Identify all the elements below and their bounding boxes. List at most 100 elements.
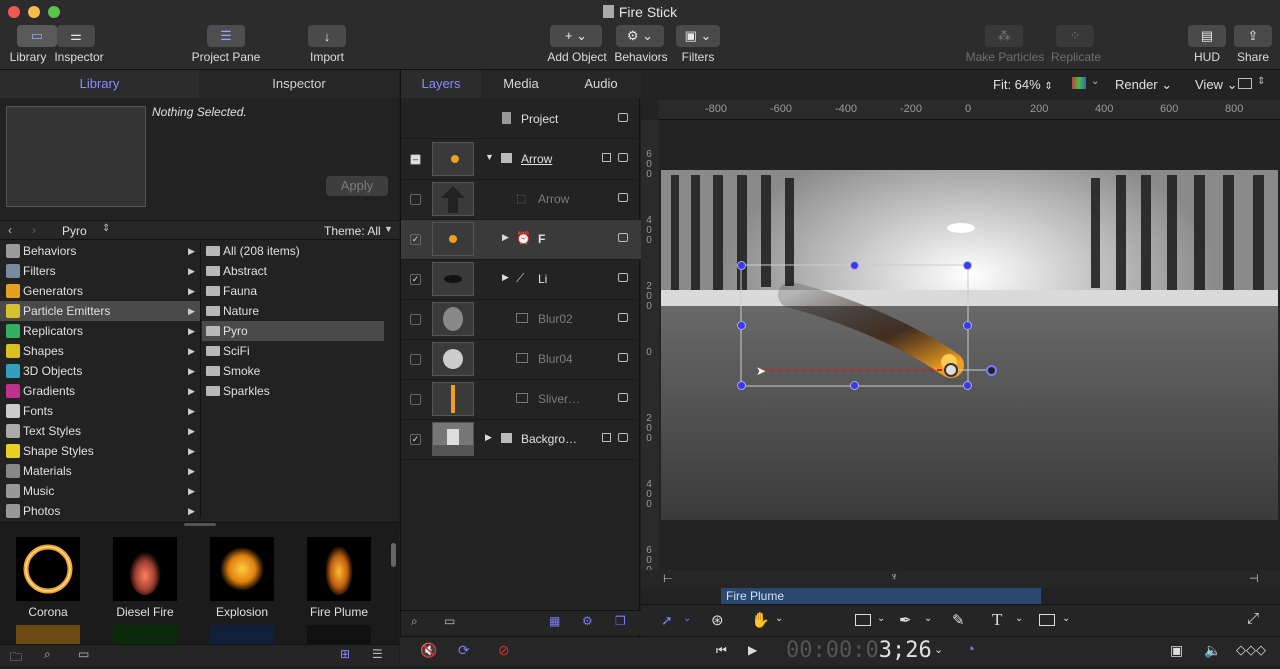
volume-icon[interactable]: 🔈 <box>1204 642 1221 659</box>
layer-checkbox[interactable]: – <box>410 154 421 165</box>
play-icon[interactable]: ▶ <box>748 643 757 657</box>
chevron-updown-icon[interactable]: ⇕ <box>102 223 110 234</box>
layer-row-arrow-group[interactable]: – ▼ Arrow <box>401 140 641 180</box>
disclosure-triangle-icon[interactable]: ▶ <box>502 272 509 283</box>
lock-icon[interactable] <box>618 353 628 362</box>
checker-icon[interactable]: ▦ <box>549 614 560 628</box>
select-tool-icon[interactable]: ➚ <box>661 612 673 629</box>
keyframe-nav-icon[interactable]: ◇◇◇ <box>1236 642 1266 658</box>
thumbnail-partial[interactable] <box>210 625 274 645</box>
tab-inspector[interactable]: Inspector <box>199 70 399 98</box>
tab-audio[interactable]: Audio <box>561 70 641 98</box>
chevron-down-icon[interactable]: ⌄ <box>934 643 943 656</box>
subfolder-item[interactable]: Nature <box>202 301 384 321</box>
layer-checkbox[interactable]: ✓ <box>410 434 421 445</box>
tab-layers[interactable]: Layers <box>401 70 481 98</box>
subfolder-item[interactable]: Smoke <box>202 361 384 381</box>
mute-icon[interactable]: 🔇 <box>420 642 437 659</box>
category-replicators[interactable]: Replicators ▶ <box>0 321 200 341</box>
make-particles-button[interactable]: ⁂ <box>985 25 1023 47</box>
hud-button[interactable]: ▤ <box>1188 25 1226 47</box>
lock-icon[interactable] <box>618 153 628 162</box>
thumbnail-corona[interactable] <box>16 537 80 601</box>
subfolder-item[interactable]: SciFi <box>202 341 384 361</box>
layer-row-blur04[interactable]: Blur04 <box>401 340 641 380</box>
import-button[interactable]: ↓ <box>308 25 346 47</box>
tab-media[interactable]: Media <box>481 70 561 98</box>
add-layer-icon[interactable]: ▭ <box>444 614 455 628</box>
fullscreen-icon[interactable]: ⤢ <box>1247 610 1259 627</box>
subfolder-item[interactable]: Pyro <box>202 321 384 341</box>
search-icon[interactable]: ⌕ <box>411 614 418 629</box>
replicate-button[interactable]: ⁘ <box>1056 25 1094 47</box>
library-toggle-button[interactable]: ▭ <box>17 25 57 47</box>
grid-view-icon[interactable]: ⊞ <box>340 647 350 661</box>
category-shape-styles[interactable]: Shape Styles ▶ <box>0 441 200 461</box>
subfolder-item[interactable]: Fauna <box>202 281 384 301</box>
lock-icon[interactable] <box>618 273 628 282</box>
isolate-icon[interactable] <box>602 153 611 162</box>
category-3d-objects[interactable]: 3D Objects ▶ <box>0 361 200 381</box>
behaviors-button[interactable]: ⚙ ⌄ <box>616 25 664 47</box>
gear-icon[interactable]: ⚙ <box>582 614 593 628</box>
subfolder-item[interactable]: All (208 items) <box>202 241 384 261</box>
layer-row-arrow[interactable]: ⬚ Arrow <box>401 180 641 220</box>
apply-button[interactable]: Apply <box>326 176 388 196</box>
category-behaviors[interactable]: Behaviors ▶ <box>0 241 200 261</box>
layer-checkbox[interactable]: ✓ <box>410 274 421 285</box>
scrollbar-thumb[interactable] <box>391 543 396 567</box>
view-layout-icon[interactable] <box>1238 78 1252 89</box>
transform-handle[interactable] <box>850 381 859 390</box>
go-to-start-icon[interactable]: ⏮ <box>716 643 727 658</box>
transform-handle[interactable] <box>737 261 746 270</box>
playhead-icon[interactable]: ♆ <box>890 571 898 583</box>
transform-handle[interactable] <box>850 261 859 270</box>
theme-selector[interactable]: Theme: All <box>324 224 381 238</box>
layer-row-sliver[interactable]: Sliver… <box>401 380 641 420</box>
thumbnail-partial[interactable] <box>307 625 371 645</box>
layer-checkbox[interactable] <box>410 394 421 405</box>
text-tool-icon[interactable]: T <box>992 610 1002 630</box>
hand-tool-icon[interactable]: ✋ <box>751 611 770 629</box>
category-fonts[interactable]: Fonts ▶ <box>0 401 200 421</box>
disclosure-triangle-icon[interactable]: ▼ <box>485 152 494 162</box>
loop-icon[interactable]: ⟳ <box>458 642 470 659</box>
orbit-tool-icon[interactable]: ⊛ <box>711 611 724 629</box>
layer-checkbox[interactable]: ✓ <box>410 234 421 245</box>
isolate-icon[interactable] <box>602 433 611 442</box>
chevron-down-icon[interactable]: ⌄ <box>775 613 783 624</box>
thumbnail-partial[interactable] <box>16 625 80 645</box>
chevron-down-icon[interactable]: ⌄ <box>683 613 691 624</box>
stack-icon[interactable]: ❐ <box>615 614 626 628</box>
zoom-selector[interactable]: Fit: 64% ⇕ <box>993 77 1053 92</box>
disclosure-triangle-icon[interactable]: ▶ <box>485 432 492 443</box>
back-arrow-icon[interactable]: ‹ <box>8 223 12 237</box>
record-icon[interactable]: ⊘ <box>498 642 510 659</box>
category-text-styles[interactable]: Text Styles ▶ <box>0 421 200 441</box>
timecode-display[interactable]: 00:00:03;26 <box>786 638 932 663</box>
timeline-ruler[interactable]: ⊢ ♆ ⊣ <box>641 570 1280 588</box>
subfolder-item[interactable]: Abstract <box>202 261 384 281</box>
anchor-handle[interactable] <box>986 365 997 376</box>
transform-handle[interactable] <box>963 381 972 390</box>
layer-row-project[interactable]: Project <box>401 100 641 139</box>
add-object-button[interactable]: + ⌄ <box>550 25 602 47</box>
category-generators[interactable]: Generators ▶ <box>0 281 200 301</box>
canvas-image[interactable]: ➤ <box>661 170 1278 520</box>
render-menu[interactable]: Render ⌄ <box>1115 77 1172 93</box>
filters-button[interactable]: ▣ ⌄ <box>676 25 720 47</box>
lock-icon[interactable] <box>618 433 628 442</box>
mask-tool-icon[interactable] <box>1039 614 1055 626</box>
subfolder-item[interactable]: Sparkles <box>202 381 384 401</box>
transform-handle[interactable] <box>963 321 972 330</box>
film-icon[interactable]: ▣ <box>1170 642 1183 659</box>
category-particle-emitters[interactable]: Particle Emitters ▶ <box>0 301 200 321</box>
chevron-down-icon[interactable]: ⌄ <box>877 613 885 624</box>
lock-icon[interactable] <box>618 193 628 202</box>
category-gradients[interactable]: Gradients ▶ <box>0 381 200 401</box>
color-channels-icon[interactable] <box>1072 77 1086 89</box>
rectangle-tool-icon[interactable] <box>855 614 871 626</box>
out-point-icon[interactable]: ⊣ <box>1249 572 1259 585</box>
anchor-point-icon[interactable] <box>944 363 958 377</box>
list-view-icon[interactable]: ☰ <box>372 647 383 661</box>
